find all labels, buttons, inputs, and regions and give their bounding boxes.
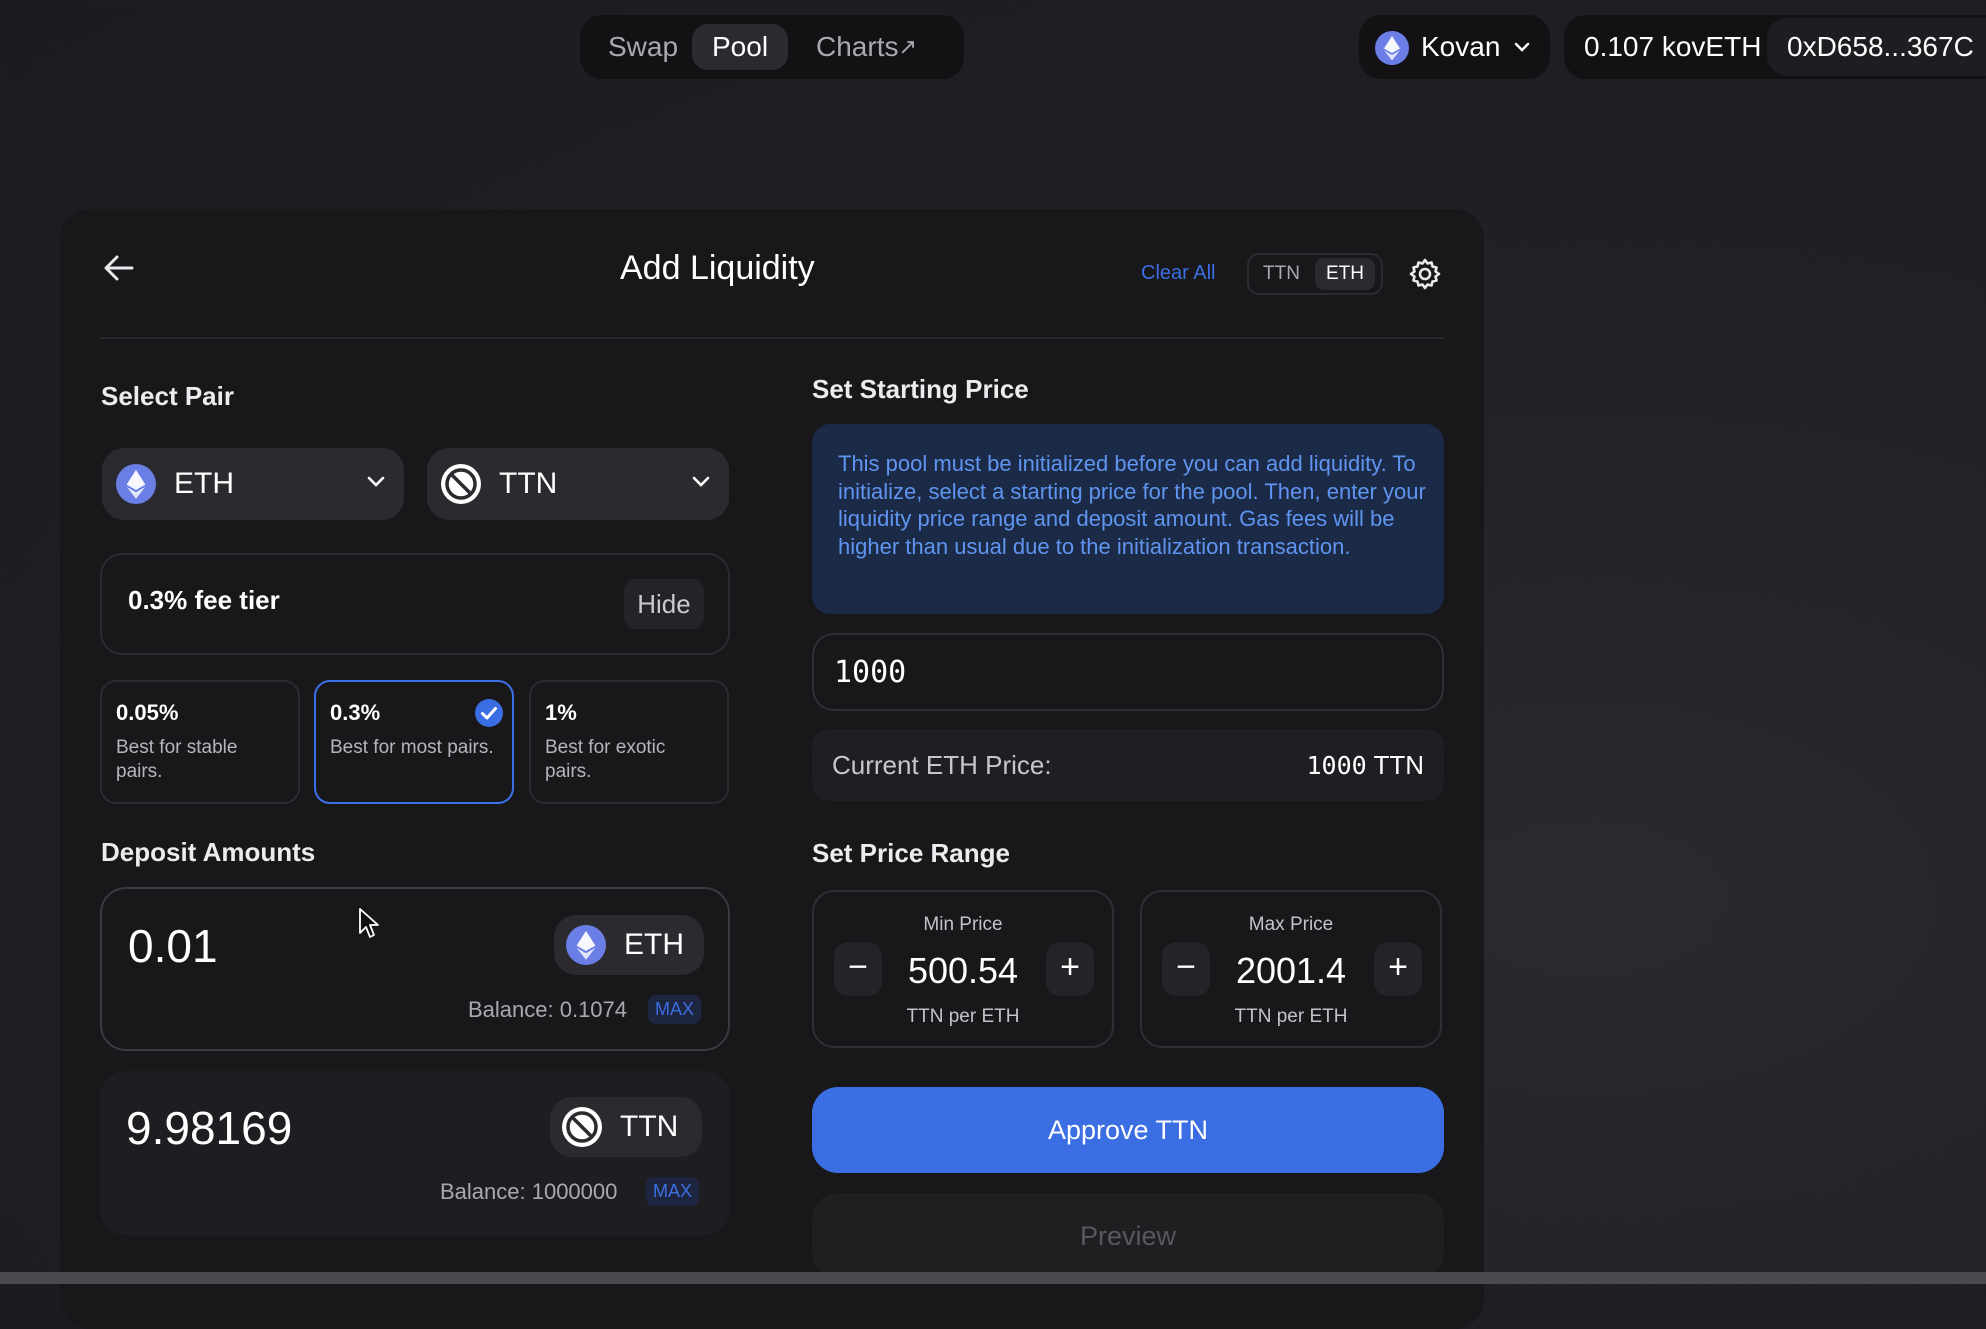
cursor-icon: [359, 908, 379, 938]
ttn-icon: [562, 1107, 602, 1147]
min-price-unit: TTN per ETH: [906, 1006, 1020, 1027]
deposit-ttn-max-button[interactable]: MAX: [646, 1177, 700, 1206]
account-address-chip[interactable]: 0xD658...367C: [1767, 18, 1986, 76]
fee-option-pct: 0.05%: [116, 700, 179, 725]
eth-icon: [1375, 31, 1409, 65]
ttn-icon: [441, 464, 481, 504]
account-address: 0xD658...367C: [1787, 31, 1974, 62]
max-price-unit: TTN per ETH: [1234, 1006, 1348, 1027]
min-price-box: Min Price − 500.54 + TTN per ETH: [812, 890, 1114, 1048]
current-price-value: 1000 TTN: [1306, 750, 1424, 781]
deposit-eth-max-button[interactable]: MAX: [648, 995, 702, 1024]
tab-pool[interactable]: Pool: [692, 24, 789, 70]
token-a-select[interactable]: ETH: [102, 448, 404, 520]
current-price-unit: TTN: [1373, 750, 1424, 780]
deposit-eth-token-label: ETH: [624, 928, 684, 961]
toggle-ttn[interactable]: TTN: [1263, 263, 1300, 285]
deposit-eth-panel[interactable]: 0.01 ETH Balance: 0.1074 MAX: [100, 887, 730, 1051]
fee-option-desc: Best for stable pairs.: [116, 737, 238, 782]
chevron-down-icon: [692, 476, 710, 487]
eth-icon: [566, 925, 606, 965]
min-price-caption: Min Price: [923, 914, 1003, 935]
token-a-label: ETH: [174, 467, 234, 500]
tab-charts-label: Charts: [816, 31, 899, 62]
tab-swap[interactable]: Swap: [588, 24, 698, 70]
starting-price-value: 1000: [834, 655, 907, 690]
max-price-caption: Max Price: [1248, 914, 1334, 935]
deposit-ttn-token-label: TTN: [620, 1110, 679, 1143]
token-b-label: TTN: [499, 467, 558, 500]
deposit-ttn-panel[interactable]: 9.98169 TTN Balance: 1000000 MAX: [100, 1071, 730, 1235]
price-range-heading: Set Price Range: [812, 838, 1010, 868]
current-price-row: Current ETH Price: 1000 TTN: [812, 729, 1444, 801]
window-bottom-bar: [0, 1272, 1986, 1284]
deposit-eth-token-chip: ETH: [554, 915, 704, 975]
denomination-toggle[interactable]: TTN ETH: [1247, 253, 1383, 295]
max-price-box: Max Price − 2001.4 + TTN per ETH: [1140, 890, 1442, 1048]
starting-price-heading: Set Starting Price: [812, 374, 1029, 404]
initialization-notice-text: This pool must be initialized before you…: [838, 451, 1426, 559]
min-price-increment-button[interactable]: +: [1046, 942, 1094, 996]
initialization-notice: This pool must be initialized before you…: [812, 424, 1444, 614]
tab-charts[interactable]: Charts↗: [796, 24, 937, 70]
deposit-eth-amount[interactable]: 0.01: [128, 919, 218, 973]
max-price-increment-button[interactable]: +: [1374, 942, 1422, 996]
fee-option-0-05[interactable]: 0.05% Best for stable pairs.: [100, 680, 300, 804]
eth-icon: [116, 464, 156, 504]
fee-option-0-3[interactable]: 0.3% Best for most pairs.: [314, 680, 514, 804]
fee-tier-summary: 0.3% fee tier Hide: [100, 553, 730, 655]
deposit-ttn-balance: Balance: 1000000: [440, 1179, 618, 1204]
fee-option-1[interactable]: 1% Best for exotic pairs.: [529, 680, 729, 804]
deposit-ttn-amount[interactable]: 9.98169: [126, 1101, 292, 1155]
fee-option-desc: Best for most pairs.: [330, 737, 494, 758]
approve-ttn-button[interactable]: Approve TTN: [812, 1087, 1444, 1173]
toggle-eth[interactable]: ETH: [1315, 258, 1375, 290]
starting-price-input[interactable]: 1000: [812, 633, 1444, 711]
current-price-number: 1000: [1306, 751, 1367, 780]
clear-all-button[interactable]: Clear All: [1141, 262, 1215, 285]
header-divider: [100, 337, 1444, 339]
fee-option-pct: 1%: [545, 700, 577, 725]
select-pair-heading: Select Pair: [101, 381, 234, 411]
fee-tier-label: 0.3% fee tier: [128, 585, 280, 615]
page-title: Add Liquidity: [620, 249, 815, 287]
external-link-icon: ↗: [898, 34, 917, 59]
token-b-select[interactable]: TTN: [427, 448, 729, 520]
deposit-eth-balance: Balance: 0.1074: [468, 997, 628, 1022]
hide-fee-options-button[interactable]: Hide: [624, 579, 704, 629]
chevron-down-icon: [367, 476, 385, 487]
fee-option-desc: Best for exotic pairs.: [545, 737, 666, 782]
network-selector[interactable]: Kovan: [1359, 15, 1550, 79]
gear-icon[interactable]: [1408, 257, 1442, 291]
chevron-down-icon: [1514, 42, 1530, 52]
current-price-label: Current ETH Price:: [832, 750, 1052, 780]
fee-option-pct: 0.3%: [330, 700, 381, 725]
back-arrow-icon[interactable]: [102, 253, 136, 283]
add-liquidity-card: Add Liquidity Clear All TTN ETH Select P…: [60, 209, 1484, 1329]
network-name: Kovan: [1421, 31, 1501, 62]
deposit-amounts-heading: Deposit Amounts: [101, 837, 316, 867]
account-pill[interactable]: 0.107 kovETH 0xD658...367C: [1564, 15, 1986, 79]
check-icon: [475, 699, 503, 727]
preview-button[interactable]: Preview: [812, 1193, 1444, 1279]
deposit-ttn-token-chip: TTN: [550, 1097, 702, 1157]
account-balance: 0.107 kovETH: [1584, 31, 1762, 62]
nav-tab-bar: Swap Pool Charts↗: [580, 15, 964, 79]
